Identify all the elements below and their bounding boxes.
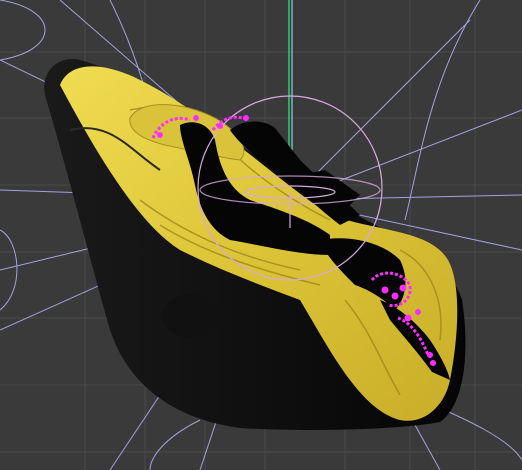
car-seat-model[interactable] (44, 59, 466, 430)
3d-viewport[interactable] (0, 0, 522, 470)
viewport-canvas[interactable] (0, 0, 522, 470)
shell-handle (162, 294, 218, 338)
